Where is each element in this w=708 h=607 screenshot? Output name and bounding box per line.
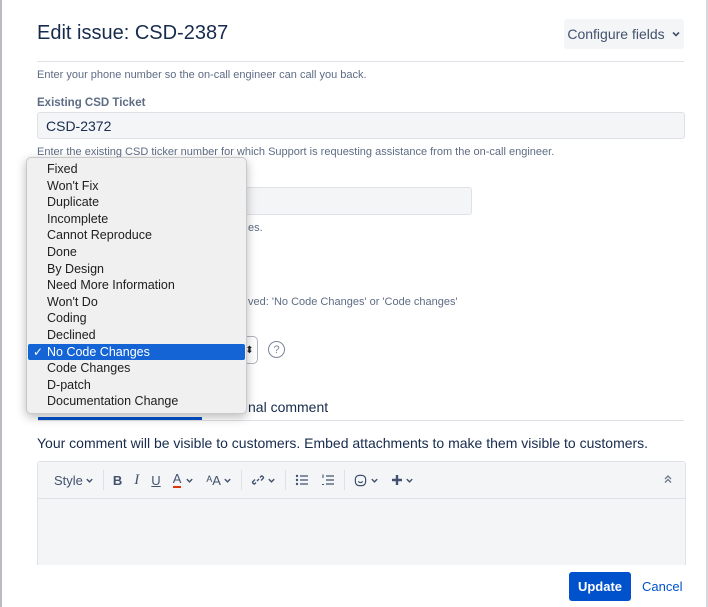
dropdown-option-label: No Code Changes bbox=[47, 344, 150, 359]
cancel-link[interactable]: Cancel bbox=[642, 579, 682, 594]
dropdown-option[interactable]: Fixed bbox=[27, 161, 246, 178]
phone-help-text: Enter your phone number so the on-call e… bbox=[37, 69, 367, 81]
bullet-list-button[interactable] bbox=[289, 468, 315, 492]
emoji-icon bbox=[354, 474, 367, 486]
plus-icon bbox=[391, 475, 402, 485]
bold-button[interactable]: B bbox=[107, 468, 128, 492]
toolbar-separator bbox=[343, 470, 345, 490]
configure-fields-label: Configure fields bbox=[567, 26, 665, 42]
update-button[interactable]: Update bbox=[569, 572, 631, 601]
dropdown-option[interactable]: Documentation Change bbox=[27, 393, 246, 410]
partial-help-text: es. bbox=[248, 222, 263, 234]
style-dropdown[interactable]: Style bbox=[48, 468, 100, 492]
emoji-button[interactable] bbox=[348, 468, 385, 492]
dropdown-option[interactable]: Code Changes bbox=[27, 360, 246, 377]
dropdown-option[interactable]: Won't Fix bbox=[27, 178, 246, 195]
dropdown-option-label: Won't Fix bbox=[47, 178, 99, 193]
resolution-dropdown-menu[interactable]: Fixed Won't Fix Duplicate Incomplete Cannot … bbox=[26, 157, 247, 414]
dropdown-option-label: Cannot Reproduce bbox=[47, 228, 152, 243]
chevron-down-icon bbox=[406, 478, 413, 483]
link-icon bbox=[251, 475, 265, 485]
dropdown-option[interactable]: Done bbox=[27, 244, 246, 261]
dialog-title: Edit issue: CSD-2387 bbox=[37, 22, 229, 44]
configure-fields-button[interactable]: Configure fields bbox=[564, 19, 684, 49]
dropdown-option-label: Code Changes bbox=[47, 361, 131, 376]
bullet-list-icon bbox=[295, 474, 308, 486]
dropdown-option-label: D-patch bbox=[47, 377, 91, 392]
tab-internal-comment[interactable]: nal comment bbox=[248, 399, 328, 415]
dropdown-option-label: Incomplete bbox=[47, 211, 109, 226]
chevron-down-icon bbox=[671, 26, 681, 42]
dropdown-option[interactable]: Need More Information bbox=[27, 277, 246, 294]
dropdown-option[interactable]: By Design bbox=[27, 261, 246, 278]
editor-toolbar: Style B I U A ᴬA bbox=[38, 462, 685, 499]
dropdown-option-label: Fixed bbox=[47, 162, 78, 176]
toolbar-separator bbox=[102, 470, 104, 490]
chevron-down-icon bbox=[186, 478, 194, 483]
dropdown-option[interactable]: Coding bbox=[27, 310, 246, 327]
comment-editor-body[interactable] bbox=[38, 499, 685, 565]
insert-button[interactable] bbox=[385, 468, 420, 492]
dropdown-option-label: Done bbox=[47, 244, 77, 259]
help-icon-glyph: ? bbox=[273, 343, 280, 356]
chevron-down-icon bbox=[371, 478, 378, 483]
ticket-field-label: Existing CSD Ticket bbox=[37, 97, 146, 109]
dropdown-option-label: Need More Information bbox=[47, 278, 175, 293]
dropdown-option-label: Duplicate bbox=[47, 195, 100, 210]
dropdown-option[interactable]: Cannot Reproduce bbox=[27, 227, 246, 244]
comment-visibility-note: Your comment will be visible to customer… bbox=[37, 435, 649, 451]
text-color-icon: A bbox=[172, 471, 182, 488]
dropdown-option[interactable]: Declined bbox=[27, 327, 246, 344]
toolbar-separator bbox=[240, 470, 242, 490]
dropdown-option-label: Won't Do bbox=[47, 294, 98, 309]
dropdown-option[interactable]: Incomplete bbox=[27, 211, 246, 228]
dropdown-option-label: Documentation Change bbox=[47, 394, 179, 409]
collapse-toolbar-icon[interactable] bbox=[663, 473, 673, 487]
underline-icon: U bbox=[151, 472, 161, 488]
tab-divider bbox=[38, 420, 684, 421]
resolution-help-text: ved: 'No Code Changes' or 'Code changes' bbox=[248, 296, 458, 308]
numbered-list-icon bbox=[321, 474, 334, 486]
checkmark-icon: ✓ bbox=[33, 344, 44, 359]
dropdown-option[interactable]: D-patch bbox=[27, 377, 246, 394]
dropdown-option[interactable]: Duplicate bbox=[27, 194, 246, 211]
style-label: Style bbox=[54, 472, 83, 488]
numbered-list-button[interactable] bbox=[315, 468, 341, 492]
italic-button[interactable]: I bbox=[128, 468, 145, 492]
ticket-input[interactable]: CSD-2372 bbox=[37, 112, 685, 139]
header-divider bbox=[37, 61, 684, 62]
text-size-button[interactable]: ᴬA bbox=[200, 468, 238, 492]
bold-icon: B bbox=[112, 472, 123, 488]
toolbar-separator bbox=[284, 470, 286, 490]
underline-button[interactable]: U bbox=[145, 468, 166, 492]
chevron-down-icon bbox=[224, 478, 231, 483]
chevron-down-icon bbox=[268, 478, 275, 483]
text-color-button[interactable]: A bbox=[167, 468, 201, 492]
dropdown-option-label: Coding bbox=[47, 311, 87, 326]
comment-editor[interactable]: Style B I U A ᴬA bbox=[37, 461, 686, 565]
link-button[interactable] bbox=[245, 468, 282, 492]
dropdown-option[interactable]: ✓ No Code Changes bbox=[28, 343, 245, 361]
dropdown-option[interactable]: Won't Do bbox=[27, 294, 246, 311]
help-icon[interactable]: ? bbox=[268, 341, 285, 358]
dropdown-option-label: By Design bbox=[47, 261, 104, 276]
italic-icon: I bbox=[134, 471, 140, 488]
chevron-down-icon bbox=[86, 478, 93, 483]
text-size-icon: ᴬA bbox=[206, 472, 221, 488]
obscured-input[interactable] bbox=[242, 187, 472, 215]
dropdown-option-label: Declined bbox=[47, 327, 96, 342]
